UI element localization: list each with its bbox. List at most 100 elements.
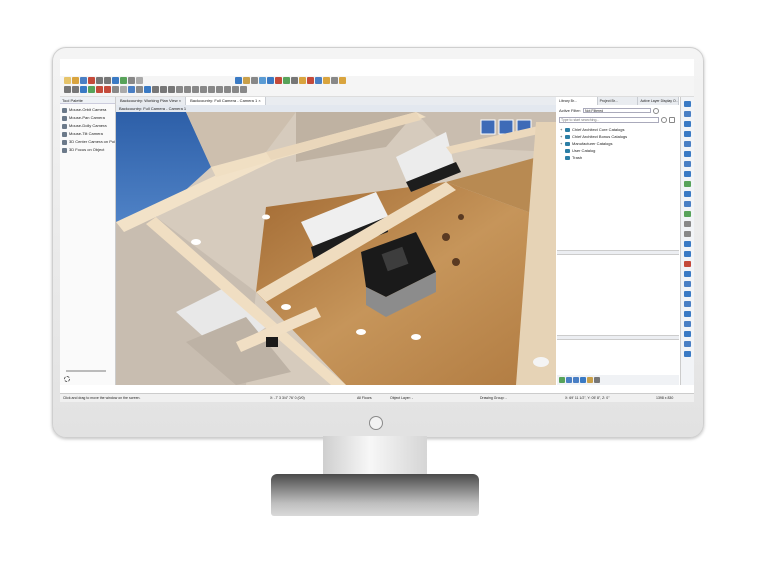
tool-icon[interactable] xyxy=(684,251,691,257)
open-icon[interactable] xyxy=(72,77,79,84)
triangle-icon[interactable] xyxy=(224,86,231,93)
gear-icon[interactable] xyxy=(64,376,70,382)
tab-plan-view[interactable]: Backcountry: Working Plan View × xyxy=(116,97,187,105)
refresh-icon[interactable] xyxy=(559,377,565,383)
zoom-in-icon[interactable] xyxy=(64,86,71,93)
options-icon[interactable] xyxy=(669,116,675,123)
zoom-out-icon[interactable] xyxy=(72,86,79,93)
library-item-trash[interactable]: Trash xyxy=(560,154,676,161)
angle-icon[interactable] xyxy=(192,86,199,93)
text-icon[interactable] xyxy=(299,77,306,84)
tool-icon[interactable] xyxy=(684,291,691,297)
tool-item-center[interactable]: 3D Center Camera on Poi xyxy=(60,138,115,146)
tab-active-layer-display[interactable]: Active Layer Display O... xyxy=(638,97,680,105)
layer-icon[interactable] xyxy=(128,77,135,84)
tool-icon[interactable] xyxy=(684,141,691,147)
hand-icon[interactable] xyxy=(136,77,143,84)
circle-icon[interactable] xyxy=(200,86,207,93)
tool-icon[interactable] xyxy=(684,241,691,247)
tool-icon[interactable] xyxy=(684,121,691,127)
magnify-icon[interactable] xyxy=(208,86,215,93)
tool-item-focus[interactable]: 3D Focus on Object xyxy=(60,146,115,154)
tab-library-browser[interactable]: Library Br... xyxy=(557,97,598,105)
library-splitter-1[interactable] xyxy=(557,250,679,255)
pencil-icon[interactable] xyxy=(168,86,175,93)
dimension-icon[interactable] xyxy=(291,77,298,84)
roof-icon[interactable] xyxy=(275,77,282,84)
select-icon[interactable] xyxy=(120,77,127,84)
view-icon[interactable] xyxy=(128,86,135,93)
tool-icon[interactable] xyxy=(684,331,691,337)
text-tool-icon[interactable] xyxy=(176,86,183,93)
search-input[interactable] xyxy=(559,116,659,123)
fill-window-icon[interactable] xyxy=(80,86,87,93)
tool-icon[interactable] xyxy=(684,181,691,187)
add-icon[interactable] xyxy=(580,377,586,383)
tool-icon[interactable] xyxy=(684,171,691,177)
back-icon[interactable] xyxy=(566,377,572,383)
wall-icon[interactable] xyxy=(235,77,242,84)
filter-select[interactable]: Not Filtered xyxy=(583,108,652,113)
tool-item-pan[interactable]: Mouse-Pan Camera xyxy=(60,114,115,122)
tool-palette-scrollbar[interactable] xyxy=(66,370,106,372)
tool-item-orbit[interactable]: Mouse-Orbit Camera xyxy=(60,106,115,114)
tool-icon[interactable] xyxy=(684,161,691,167)
tool-icon[interactable] xyxy=(684,231,691,237)
help-icon[interactable] xyxy=(112,77,119,84)
tool-icon[interactable] xyxy=(684,211,691,217)
tool-icon[interactable] xyxy=(684,221,691,227)
tool-icon[interactable] xyxy=(684,301,691,307)
library-item-manufacturer[interactable]: + Manufacturer Catalogs xyxy=(560,140,676,147)
close-tool-icon[interactable] xyxy=(184,86,191,93)
rotate-icon[interactable] xyxy=(240,86,247,93)
library-icon[interactable] xyxy=(315,77,322,84)
room-icon[interactable] xyxy=(120,86,127,93)
rectangle-icon[interactable] xyxy=(216,86,223,93)
line-icon[interactable] xyxy=(152,86,159,93)
plant-icon[interactable] xyxy=(88,86,95,93)
3d-camera-view[interactable] xyxy=(116,112,556,385)
forward-icon[interactable] xyxy=(573,377,579,383)
stairs-icon[interactable] xyxy=(112,86,119,93)
tool-icon[interactable] xyxy=(684,261,691,267)
library-splitter-2[interactable] xyxy=(557,335,679,340)
view-mode-icon[interactable] xyxy=(594,377,600,383)
library-item-user[interactable]: User Catalog xyxy=(560,147,676,154)
door-icon[interactable] xyxy=(251,77,258,84)
arc-icon[interactable] xyxy=(160,86,167,93)
tool-icon[interactable] xyxy=(684,131,691,137)
tab-project-browser[interactable]: Project Br... xyxy=(598,97,639,105)
folder-new-icon[interactable] xyxy=(587,377,593,383)
undo-icon[interactable] xyxy=(96,77,103,84)
grid-icon[interactable] xyxy=(136,86,143,93)
tab-camera-view[interactable]: Backcountry: Full Camera - Camera 1 × xyxy=(186,97,266,105)
tool-icon[interactable] xyxy=(684,281,691,287)
tool-icon[interactable] xyxy=(684,311,691,317)
print-icon[interactable] xyxy=(88,77,95,84)
tool-icon[interactable] xyxy=(684,111,691,117)
save-icon[interactable] xyxy=(80,77,87,84)
tool-icon[interactable] xyxy=(684,151,691,157)
terrain-icon[interactable] xyxy=(283,77,290,84)
library-item-bonus[interactable]: + Chief Architect Bonus Catalogs xyxy=(560,133,676,140)
move-icon[interactable] xyxy=(232,86,239,93)
tool-item-dolly[interactable]: Mouse-Dolly Camera xyxy=(60,122,115,130)
new-file-icon[interactable] xyxy=(64,77,71,84)
tool-icon[interactable] xyxy=(684,201,691,207)
tool-icon[interactable] xyxy=(684,271,691,277)
tool-icon[interactable] xyxy=(684,351,691,357)
fixture-icon[interactable] xyxy=(96,86,103,93)
elevation-icon[interactable] xyxy=(339,77,346,84)
furniture-icon[interactable] xyxy=(104,86,111,93)
window-icon[interactable] xyxy=(259,77,266,84)
delete-icon[interactable] xyxy=(307,77,314,84)
tool-icon[interactable] xyxy=(684,191,691,197)
filter-icon[interactable] xyxy=(653,107,660,114)
tool-icon[interactable] xyxy=(684,321,691,327)
cabinet-icon[interactable] xyxy=(243,77,250,84)
library-item-core[interactable]: + Chief Architect Core Catalogs xyxy=(560,126,676,133)
render-icon[interactable] xyxy=(331,77,338,84)
floor-icon[interactable] xyxy=(144,86,151,93)
redo-icon[interactable] xyxy=(104,77,111,84)
material-icon[interactable] xyxy=(323,77,330,84)
